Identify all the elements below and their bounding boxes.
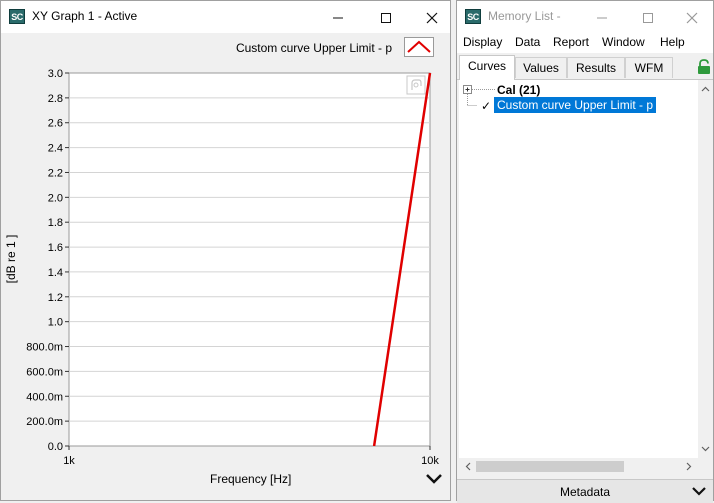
tree-item-custom-curve[interactable]: Custom curve Upper Limit - p	[494, 97, 657, 113]
minimize-icon	[597, 17, 607, 19]
y-axis-label: [dB re 1 ]	[4, 235, 18, 284]
y-tick-label: 200.0m	[26, 416, 63, 428]
metadata-panel-header[interactable]: Metadata	[457, 479, 713, 503]
y-tick-label: 1.6	[48, 242, 63, 254]
y-tick-label: 800.0m	[26, 342, 63, 354]
minimize-button[interactable]	[315, 1, 361, 33]
scroll-up-icon[interactable]	[698, 82, 713, 97]
vertical-scrollbar[interactable]	[698, 80, 713, 458]
y-tick-label: 2.0	[48, 192, 63, 204]
metadata-label: Metadata	[559, 485, 611, 499]
horizontal-scrollbar[interactable]	[459, 458, 698, 475]
maximize-icon	[643, 13, 653, 24]
xy-graph-window: SC XY Graph 1 - Active Custom curve Uppe…	[0, 0, 451, 501]
close-icon	[686, 12, 698, 24]
y-tick-label: 2.2	[48, 167, 63, 179]
close-icon	[426, 12, 438, 24]
legend-swatch[interactable]	[404, 37, 434, 57]
tab-results[interactable]: Results	[567, 57, 625, 78]
scroll-down-icon[interactable]	[698, 441, 713, 456]
scroll-corner	[698, 458, 713, 475]
tab-values[interactable]: Values	[515, 57, 567, 78]
tab-curves[interactable]: Curves	[459, 55, 515, 80]
y-tick-label: 1.4	[48, 267, 63, 279]
scroll-right-icon[interactable]	[681, 458, 696, 475]
chevron-down-icon[interactable]	[691, 485, 707, 497]
legend-bar: Custom curve Upper Limit - p	[1, 33, 450, 61]
legend-label[interactable]: Custom curve Upper Limit - p	[236, 41, 392, 55]
x-tick-label: 10k	[421, 455, 439, 467]
close-button[interactable]	[409, 1, 455, 33]
y-tick-label: 1.0	[48, 317, 63, 329]
horizontal-scroll-thumb[interactable]	[476, 461, 624, 472]
tree-item-label: Custom curve Upper Limit - p	[494, 97, 657, 113]
menu-report[interactable]: Report	[553, 35, 589, 49]
y-tick-label: 1.8	[48, 217, 63, 229]
tree-item-check-icon[interactable]: ✓	[481, 99, 491, 113]
memory-list-window: SC Memory List - Display Data Report Win…	[456, 0, 714, 503]
maximize-icon	[381, 13, 391, 24]
memory-window-title: Memory List -	[488, 9, 561, 23]
y-tick-label: 3.0	[48, 68, 63, 80]
x-axis-label: Frequency [Hz]	[210, 472, 292, 486]
tree-group-cal[interactable]: Cal (21)	[497, 83, 540, 97]
menu-help[interactable]: Help	[660, 35, 685, 49]
memory-title-bar[interactable]: SC Memory List -	[457, 1, 713, 33]
y-tick-label: 0.0	[48, 441, 63, 453]
curves-tree[interactable]: Cal (21) ✓ Custom curve Upper Limit - p	[459, 80, 698, 458]
y-tick-label: 2.4	[48, 143, 63, 155]
y-tick-label: 600.0m	[26, 366, 63, 378]
xy-plot[interactable]: 0.0 200.0m 400.0m 600.0m 800.0m 1.0 1.2 1.4 1.6 1…	[1, 61, 450, 469]
scroll-left-icon[interactable]	[461, 458, 476, 475]
menu-display[interactable]: Display	[463, 35, 502, 49]
sc-logo-icon: SC	[9, 9, 25, 24]
graph-title-bar[interactable]: SC XY Graph 1 - Active	[1, 1, 450, 33]
memory-menu-bar: Display Data Report Window Help	[457, 33, 713, 53]
unlock-icon[interactable]	[697, 59, 711, 75]
maximize-button[interactable]	[625, 1, 671, 33]
x-tick-label: 1k	[63, 455, 75, 467]
menu-window[interactable]: Window	[602, 35, 645, 49]
menu-data[interactable]: Data	[515, 35, 540, 49]
maximize-button[interactable]	[363, 1, 409, 33]
memory-tabs: Curves Values Results WFM	[457, 55, 713, 80]
chevron-down-icon[interactable]	[425, 472, 443, 486]
tab-wfm[interactable]: WFM	[625, 57, 673, 78]
y-tick-label: 2.6	[48, 118, 63, 130]
y-tick-label: 400.0m	[26, 391, 63, 403]
close-button[interactable]	[669, 1, 714, 33]
y-tick-label: 1.2	[48, 292, 63, 304]
y-tick-label: 2.8	[48, 93, 63, 105]
graph-window-title: XY Graph 1 - Active	[32, 9, 138, 23]
sc-logo-icon: SC	[465, 9, 481, 24]
minimize-button[interactable]	[579, 1, 625, 33]
line-swatch-icon	[407, 40, 431, 53]
minimize-icon	[333, 17, 343, 19]
plot-area	[68, 72, 431, 447]
